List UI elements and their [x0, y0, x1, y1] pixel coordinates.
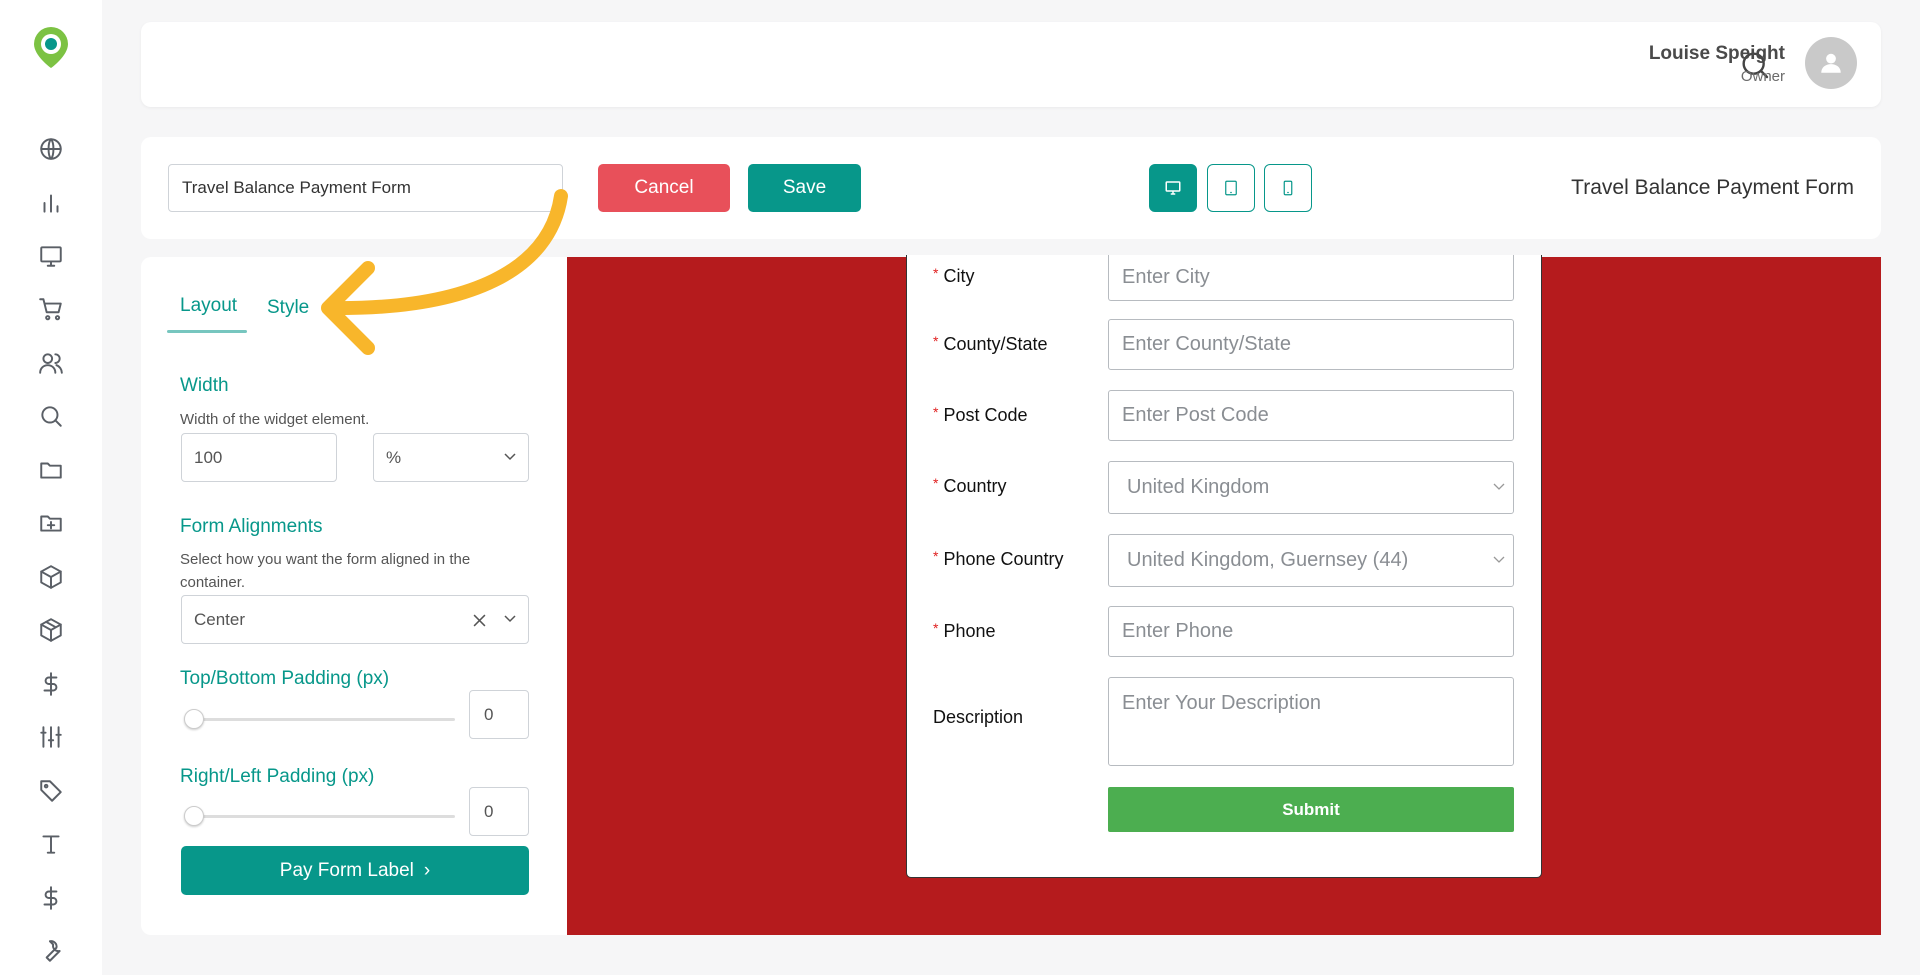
user-role: Owner: [1740, 68, 1785, 85]
pay-form-label-text: Pay Form Label: [279, 859, 414, 881]
phone-input[interactable]: Enter Phone: [1108, 606, 1514, 657]
field-label-phone: * Phone: [933, 620, 996, 641]
boxes-icon[interactable]: [36, 615, 66, 645]
post-code-input[interactable]: Enter Post Code: [1108, 390, 1514, 441]
width-title: Width: [180, 375, 229, 396]
desktop-icon: [1165, 181, 1181, 195]
tab-style[interactable]: Style: [267, 297, 309, 319]
rl-padding-title: Right/Left Padding (px): [180, 766, 375, 787]
field-label-city: * City: [933, 265, 975, 286]
rl-padding-slider[interactable]: [193, 815, 455, 818]
pay-form-label-button[interactable]: Pay Form Label ›: [181, 846, 529, 895]
width-value: 100: [194, 447, 223, 467]
users-icon[interactable]: [36, 348, 66, 378]
alignment-description: Select how you want the form aligned in …: [180, 551, 471, 591]
tb-padding-input[interactable]: 0: [469, 690, 529, 739]
required-marker: *: [933, 620, 939, 636]
rl-padding-slider-handle[interactable]: [184, 806, 204, 826]
required-marker: *: [933, 265, 939, 281]
tag-icon[interactable]: [36, 776, 66, 806]
chevron-down-icon: [1493, 483, 1505, 490]
chevron-down-icon: [504, 614, 516, 622]
width-description: Width of the widget element.: [180, 411, 370, 428]
user-icon: [1821, 53, 1841, 73]
top-bar: Louise Speight Owner: [141, 22, 1881, 107]
rl-padding-input[interactable]: 0: [469, 787, 529, 836]
preview-canvas: * City Enter City * County/State Enter Cou…: [567, 255, 1881, 935]
description-textarea[interactable]: Enter Your Description: [1108, 677, 1514, 766]
width-input[interactable]: 100: [181, 433, 337, 482]
country-select[interactable]: United Kingdom: [1108, 461, 1514, 514]
alignment-title: Form Alignments: [180, 516, 323, 537]
rl-padding-value: 0: [484, 801, 494, 821]
tb-padding-slider[interactable]: [193, 718, 455, 721]
search-icon[interactable]: [36, 401, 66, 431]
cancel-button[interactable]: Cancel: [598, 164, 730, 212]
monitor-icon[interactable]: [36, 241, 66, 271]
globe-icon[interactable]: [36, 134, 66, 164]
box-icon[interactable]: [36, 562, 66, 592]
required-marker: *: [933, 475, 939, 491]
county-state-input[interactable]: Enter County/State: [1108, 319, 1514, 370]
field-label-post-code: * Post Code: [933, 404, 1028, 425]
tablet-view-button[interactable]: [1207, 164, 1255, 212]
chevron-down-icon: [504, 452, 516, 460]
form-preview-card: * City Enter City * County/State Enter Cou…: [906, 255, 1542, 878]
field-label-description: Description: [933, 707, 1024, 727]
clear-icon[interactable]: [473, 614, 486, 627]
mobile-icon: [1283, 180, 1293, 196]
text-icon[interactable]: [36, 829, 66, 859]
chevron-right-icon: ›: [423, 859, 431, 881]
tb-padding-title: Top/Bottom Padding (px): [180, 668, 390, 689]
dollar-icon[interactable]: [36, 669, 66, 699]
dollar-icon[interactable]: [36, 883, 66, 913]
annotation-arrow: [321, 189, 568, 355]
required-marker: *: [933, 548, 939, 564]
sidebar: [0, 0, 102, 975]
sliders-icon[interactable]: [36, 722, 66, 752]
width-unit-value: %: [386, 447, 402, 467]
tab-layout[interactable]: Layout: [180, 295, 237, 317]
logo-icon[interactable]: [28, 24, 74, 70]
avatar[interactable]: [1805, 37, 1857, 89]
required-marker: *: [933, 333, 939, 349]
mobile-view-button[interactable]: [1264, 164, 1312, 212]
required-marker: *: [933, 404, 939, 420]
cart-icon[interactable]: [36, 294, 66, 324]
width-unit-select[interactable]: %: [373, 433, 529, 482]
tb-padding-value: 0: [484, 704, 494, 724]
wrench-icon[interactable]: [36, 936, 66, 966]
field-label-phone-country: * Phone Country: [933, 548, 1064, 569]
chevron-down-icon: [1493, 556, 1505, 563]
chart-icon[interactable]: [36, 188, 66, 218]
folder-icon[interactable]: [36, 455, 66, 485]
tb-padding-slider-handle[interactable]: [184, 709, 204, 729]
phone-country-select[interactable]: United Kingdom, Guernsey (44): [1108, 534, 1514, 587]
form-title: Travel Balance Payment Form: [1571, 176, 1854, 199]
city-input[interactable]: Enter City: [1108, 255, 1514, 301]
save-button[interactable]: Save: [748, 164, 861, 212]
active-tab-indicator: [167, 330, 247, 333]
alignment-select[interactable]: Center: [181, 595, 529, 644]
field-label-country: * Country: [933, 475, 1007, 496]
user-name: Louise Speight: [1648, 43, 1785, 64]
desktop-view-button[interactable]: [1149, 164, 1197, 212]
folder-plus-icon[interactable]: [36, 508, 66, 538]
field-label-county-state: * County/State: [933, 333, 1048, 354]
alignment-value: Center: [194, 609, 246, 629]
submit-button[interactable]: Submit: [1108, 787, 1514, 832]
tablet-icon: [1225, 180, 1237, 196]
